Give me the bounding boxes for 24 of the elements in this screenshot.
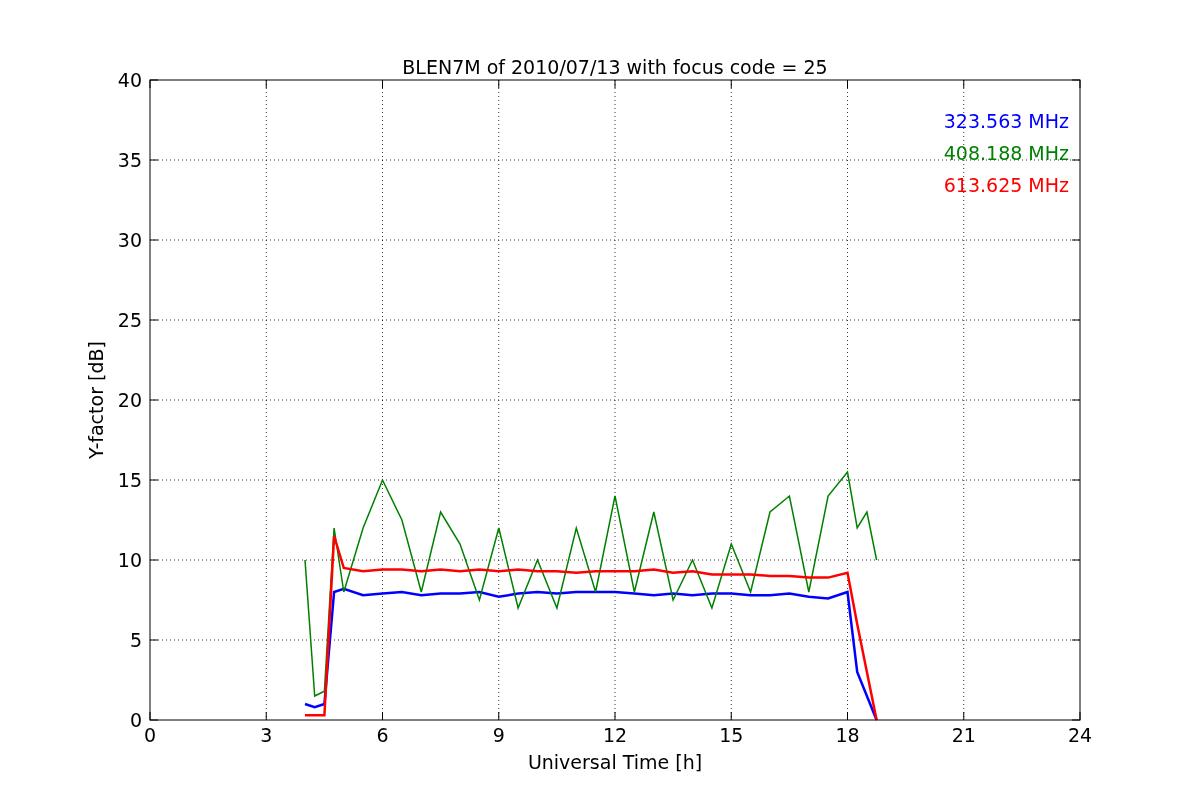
x-tick-label: 6 — [376, 724, 389, 746]
x-tick-label: 15 — [719, 724, 744, 746]
y-tick-label: 20 — [117, 389, 142, 411]
y-tick-label: 35 — [117, 149, 142, 171]
y-tick-label: 5 — [129, 629, 142, 651]
x-tick-label: 9 — [492, 724, 505, 746]
x-tick-label: 18 — [835, 724, 860, 746]
y-tick-label: 30 — [117, 229, 142, 251]
y-tick-label: 15 — [117, 469, 142, 491]
y-tick-label: 40 — [117, 69, 142, 91]
y-tick-label: 10 — [117, 549, 142, 571]
y-tick-label: 0 — [129, 709, 142, 731]
legend-label: 408.188 MHz — [943, 142, 1069, 164]
legend-label: 323.563 MHz — [943, 110, 1069, 132]
x-tick-label: 12 — [602, 724, 628, 746]
x-tick-label: 24 — [1067, 724, 1093, 746]
x-tick-label: 0 — [143, 724, 157, 746]
chart-title: BLEN7M of 2010/07/13 with focus code = 25 — [402, 56, 828, 78]
x-tick-label: 21 — [951, 724, 976, 746]
x-axis-label: Universal Time [h] — [527, 751, 703, 773]
y-tick-label: 25 — [117, 309, 142, 331]
legend-label: 613.625 MHz — [943, 174, 1069, 196]
y-axis-label: Y-factor [dB] — [85, 341, 107, 459]
x-tick-label: 3 — [260, 724, 273, 746]
